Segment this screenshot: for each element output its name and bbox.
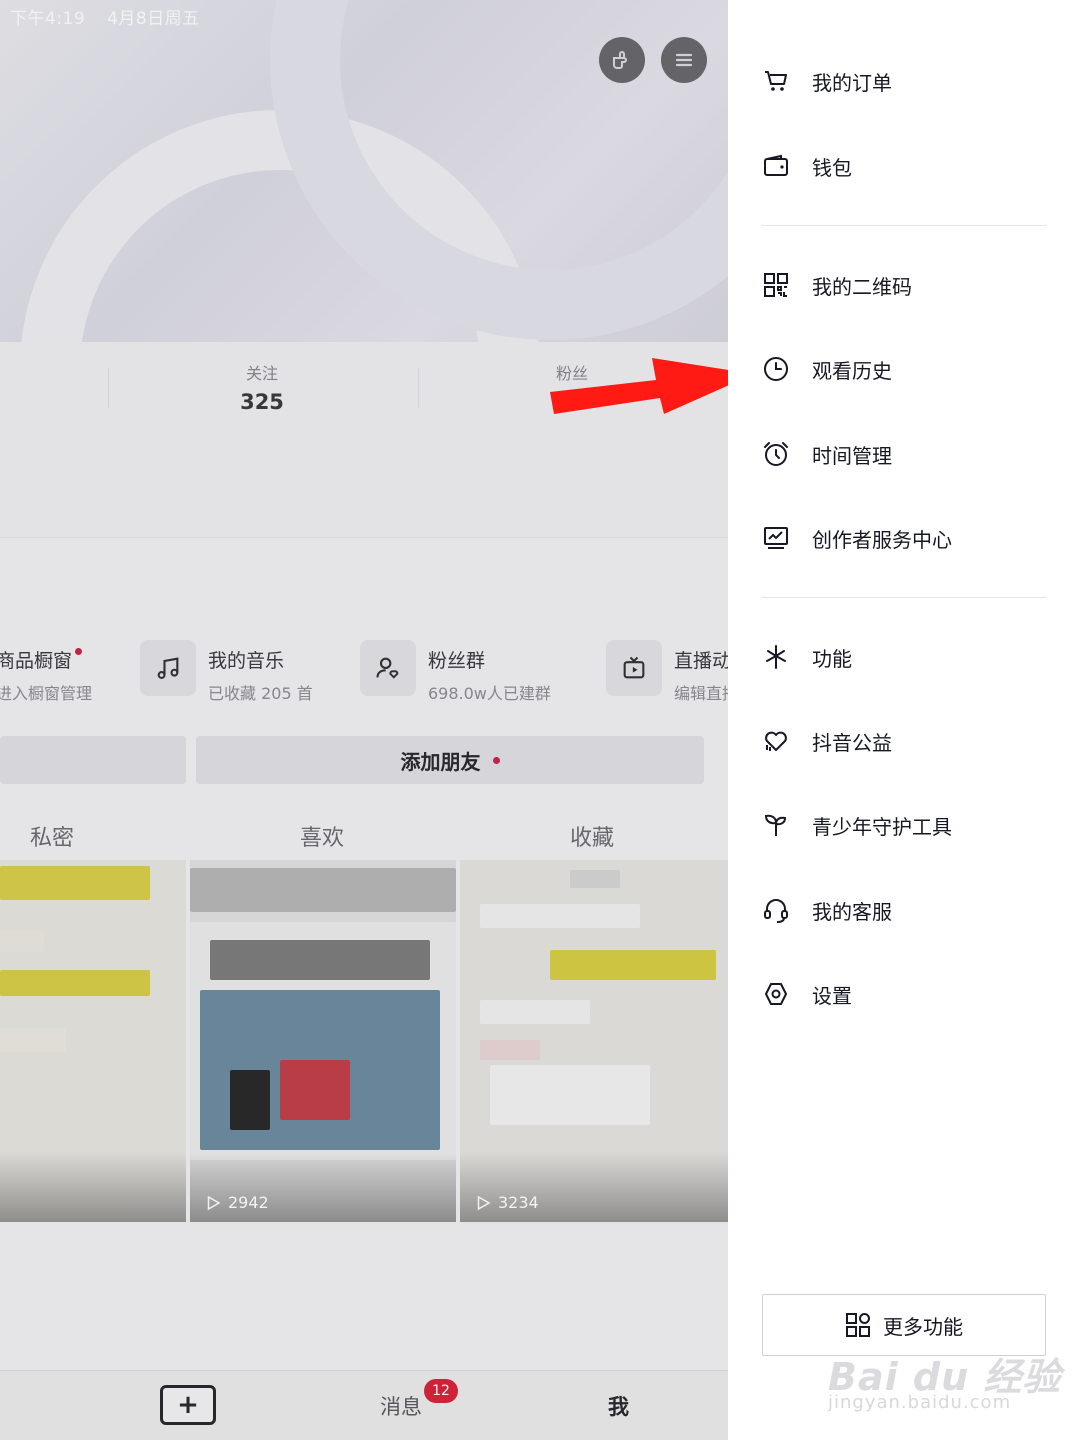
menu-item-label: 钱包 [812,155,852,180]
hexagon-gear-icon [762,980,790,1008]
more-features-label: 更多功能 [883,1314,963,1339]
video-thumbnail[interactable] [0,860,186,1222]
shortcut-shop-window[interactable]: 商品橱窗 进入橱窗管理 [0,640,92,704]
menu-item-label: 我的客服 [812,899,892,924]
menu-item-my-orders[interactable]: 我的订单 [762,61,892,101]
qr-code-icon [762,271,790,299]
tab-private[interactable]: 私密 [30,820,74,852]
wallet-icon [762,152,790,180]
video-grid: 2942 3234 [0,860,728,1222]
menu-item-youth-guard[interactable]: 青少年守护工具 [762,805,952,845]
new-dot [492,756,500,764]
menu-item-customer-service[interactable]: 我的客服 [762,890,892,930]
edit-profile-button[interactable] [0,736,186,784]
menu-item-label: 设置 [812,983,852,1008]
menu-divider [762,225,1046,226]
hamburger-menu-icon [675,53,693,67]
shortcut-my-music[interactable]: 我的音乐 已收藏 205 首 [140,640,313,704]
new-dot [75,648,83,655]
publish-button[interactable]: + [160,1385,216,1425]
side-drawer: 我的订单 钱包 我的二维码 观看历史 时间管理 创作者服务中心 功能 抖音公益 … [728,0,1080,1440]
add-friend-button[interactable]: 添加朋友 [196,736,704,784]
status-bar: 下午4:19 4月8日周五 [10,4,216,29]
play-count: 3234 [474,1193,539,1212]
red-arrow-annotation [550,358,754,414]
alarm-clock-icon [762,440,790,468]
menu-item-settings[interactable]: 设置 [762,974,852,1014]
menu-item-charity[interactable]: 抖音公益 [762,721,892,761]
menu-item-creator-center[interactable]: 创作者服务中心 [762,518,952,558]
shortcut-subtitle: 进入橱窗管理 [0,684,93,703]
shortcut-live[interactable]: 直播动态 编辑直播 [606,640,728,704]
sparkle-icon [762,643,790,671]
music-note-icon [140,640,196,696]
pointing-hand-icon [613,51,627,69]
shortcut-subtitle: 已收藏 205 首 [208,684,313,703]
sprout-icon [762,811,790,839]
menu-item-label: 青少年守护工具 [812,814,952,839]
clock-icon [762,355,790,383]
menu-button[interactable] [661,37,707,83]
nav-messages[interactable]: 消息 [380,1391,422,1421]
tab-liked[interactable]: 喜欢 [300,820,344,852]
shortcut-fans-group[interactable]: 粉丝群 698.0w人已建群 [360,640,551,704]
fans-group-icon [360,640,416,696]
menu-item-time-management[interactable]: 时间管理 [762,434,892,474]
menu-divider [762,597,1046,598]
shortcut-title: 我的音乐 [208,650,285,672]
menu-item-label: 创作者服务中心 [812,527,952,552]
video-thumbnail[interactable]: 2942 [190,860,456,1222]
shortcut-title: 粉丝群 [428,650,486,672]
bottom-nav: + 消息 12 我 [0,1370,728,1440]
headset-icon [762,896,790,924]
menu-item-label: 功能 [812,646,852,671]
following-count: 325 [240,390,284,414]
heart-hands-icon [762,727,790,755]
menu-item-qr-code[interactable]: 我的二维码 [762,265,912,305]
grid-apps-icon [846,1313,870,1337]
following-stat[interactable]: 关注 325 [192,360,332,414]
plus-icon: + [177,1390,199,1420]
chart-monitor-icon [762,524,790,552]
shortcut-title: 商品橱窗 [0,650,73,672]
menu-item-label: 观看历史 [812,358,892,383]
message-badge: 12 [424,1379,458,1403]
shortcut-title: 直播动态 [674,650,728,672]
shortcut-subtitle: 698.0w人已建群 [428,684,551,703]
baidu-watermark-url: jingyan.baidu.com [828,1392,1012,1413]
tab-favorites[interactable]: 收藏 [570,820,614,852]
menu-item-features[interactable]: 功能 [762,637,852,677]
visitor-button[interactable] [599,37,645,83]
profile-page: 下午4:19 4月8日周五 关注 325 粉丝 商品橱窗 进入橱窗管理 我的音乐… [0,0,728,1440]
add-friend-label: 添加朋友 [400,749,481,774]
cart-icon [762,67,790,95]
play-icon [207,1195,221,1210]
status-date: 4月8日周五 [107,9,200,29]
live-tv-icon [606,640,662,696]
profile-tabs: 私密 喜欢 收藏 [0,812,728,858]
menu-item-label: 我的二维码 [812,274,912,299]
nav-me[interactable]: 我 [608,1391,629,1421]
status-time: 下午4:19 [10,9,86,29]
menu-item-wallet[interactable]: 钱包 [762,146,852,186]
shortcut-subtitle: 编辑直播 [674,684,728,703]
play-count: 2942 [204,1193,269,1212]
video-thumbnail[interactable]: 3234 [460,860,728,1222]
menu-item-label: 时间管理 [812,443,892,468]
menu-item-label: 我的订单 [812,70,892,95]
profile-banner: 下午4:19 4月8日周五 [0,0,728,342]
menu-item-label: 抖音公益 [812,730,892,755]
menu-item-watch-history[interactable]: 观看历史 [762,349,892,389]
following-label: 关注 [245,364,278,383]
play-icon [477,1195,491,1210]
shortcut-row: 商品橱窗 进入橱窗管理 我的音乐 已收藏 205 首 粉丝群 698.0w人已建… [0,640,728,720]
